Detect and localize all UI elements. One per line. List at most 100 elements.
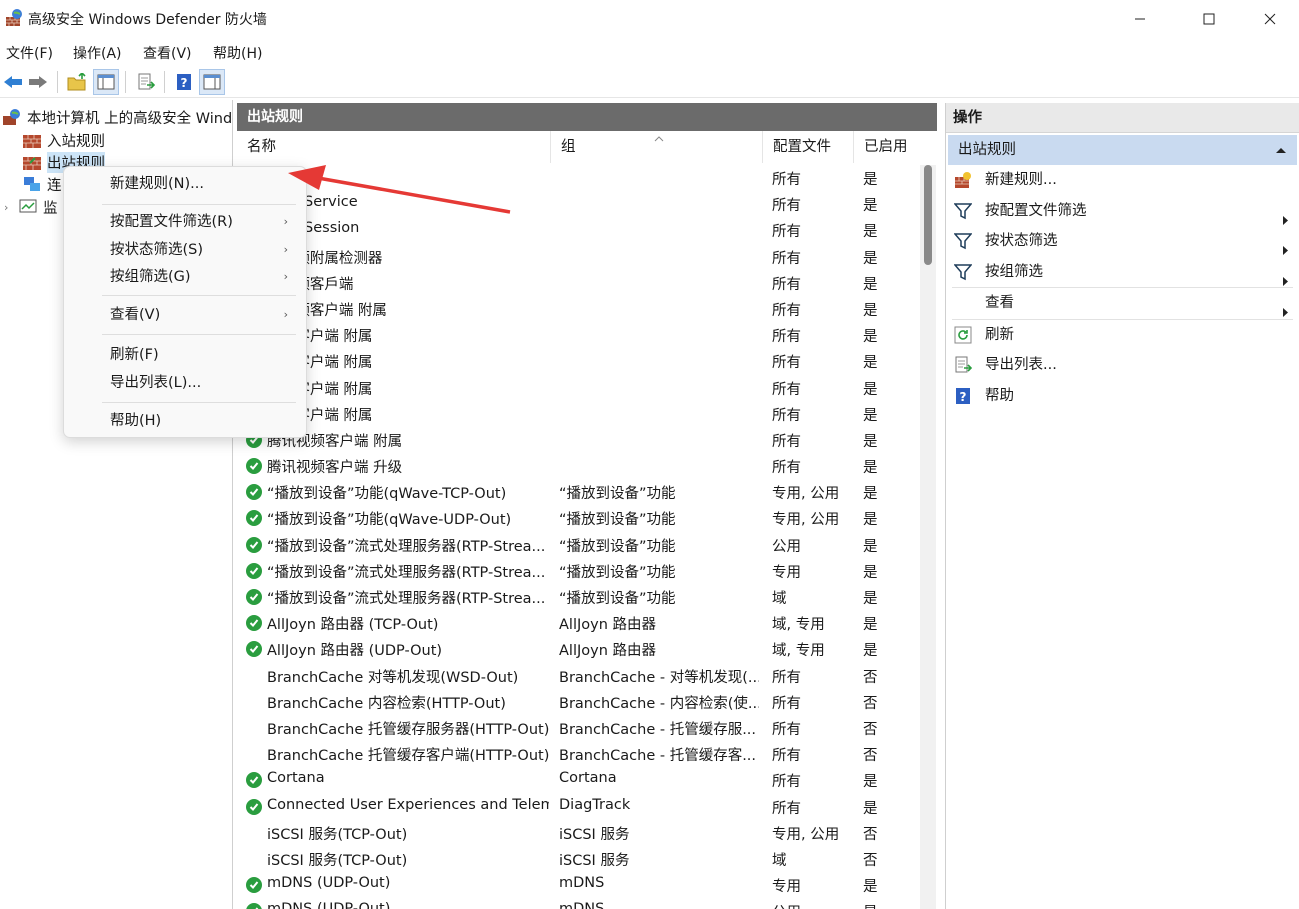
action-item[interactable]: 查看 [946, 288, 1299, 319]
table-row[interactable]: ...频客户端 附属 所有 是 [237, 348, 920, 374]
table-row[interactable]: AllJoyn 路由器 (TCP-Out) AllJoyn 路由器 域, 专用 是 [237, 610, 920, 636]
cell-profile: 所有 [772, 433, 801, 450]
filter-icon [954, 202, 972, 219]
cell-profile: 所有 [772, 329, 801, 346]
vertical-scrollbar[interactable] [920, 165, 936, 909]
cell-profile: 所有 [772, 355, 801, 372]
table-row[interactable]: ...sk_Session 所有 是 [237, 217, 920, 243]
ctx-view[interactable]: 查看(V) › [64, 302, 306, 328]
table-row[interactable]: AllJoyn 路由器 (UDP-Out) AllJoyn 路由器 域, 专用 是 [237, 636, 920, 662]
actions-list: 新建规则... 按配置文件筛选 按状态筛选按组筛选查看 刷新 导出列表...? 帮助 [946, 165, 1299, 411]
table-row[interactable]: “播放到设备”功能(qWave-TCP-Out) “播放到设备”功能 专用, 公用 是 [237, 479, 920, 505]
cell-profile: 所有 [772, 381, 801, 398]
table-row[interactable]: Connected User Experiences and Telem... D… [237, 794, 920, 820]
close-button[interactable] [1247, 0, 1293, 38]
cell-name: 腾讯视频客户端 升级 [267, 460, 403, 477]
back-button[interactable] [0, 69, 26, 95]
cell-profile: 所有 [772, 276, 801, 293]
cell-enabled: 是 [863, 643, 878, 660]
ctx-filter-by-group[interactable]: 按组筛选(G) › [64, 264, 306, 290]
cell-profile: 所有 [772, 721, 801, 738]
action-item[interactable]: 刷新 [946, 320, 1299, 351]
ctx-refresh[interactable]: 刷新(F) [64, 342, 306, 368]
show-hide-action-pane-button[interactable] [199, 69, 225, 95]
table-row[interactable]: BranchCache 托管缓存服务器(HTTP-Out) BranchCache… [237, 715, 920, 741]
table-row[interactable]: mDNS (UDP-Out) mDNS 专用 是 [237, 872, 920, 898]
cell-enabled: 是 [863, 329, 878, 346]
table-row[interactable]: ...频客户端 附属 所有 是 [237, 401, 920, 427]
table-row[interactable]: “播放到设备”流式处理服务器(RTP-Strea... “播放到设备”功能 域 是 [237, 584, 920, 610]
column-profile[interactable]: 配置文件 [763, 131, 854, 163]
ctx-separator [102, 295, 296, 296]
actions-section-label: 出站规则 [958, 142, 1016, 158]
cell-name: ...频客户端 附属 [267, 381, 373, 398]
actions-section-outbound[interactable]: 出站规则 [948, 135, 1297, 165]
table-row[interactable]: BranchCache 对等机发现(WSD-Out) BranchCache - … [237, 663, 920, 689]
expand-chevron-icon[interactable]: › [4, 201, 18, 214]
action-item[interactable]: 新建规则... [946, 165, 1299, 196]
menu-action[interactable]: 操作(A) [73, 43, 122, 63]
show-hide-tree-button[interactable] [93, 69, 119, 95]
submenu-chevron-icon: › [283, 215, 288, 228]
table-row[interactable]: mDNS (UDP-Out) mDNS 公用 是 [237, 898, 920, 909]
tree-item-inbound-rules[interactable]: 入站规则 [22, 129, 105, 151]
ctx-filter-by-state[interactable]: 按状态筛选(S) › [64, 237, 306, 263]
table-row[interactable]: ...视频附属检测器 所有 是 [237, 244, 920, 270]
ctx-separator [102, 334, 296, 335]
table-row[interactable]: “播放到设备”流式处理服务器(RTP-Strea... “播放到设备”功能 公用 是 [237, 532, 920, 558]
action-item[interactable]: 按配置文件筛选 [946, 196, 1299, 227]
show-hide-tree-icon [97, 74, 115, 90]
up-button[interactable] [64, 69, 90, 95]
ctx-help[interactable]: 帮助(H) [64, 408, 306, 434]
menu-view[interactable]: 查看(V) [143, 43, 192, 63]
tree-item-connection-security-rules[interactable]: 连接安全规则 [22, 173, 61, 195]
menu-help[interactable]: 帮助(H) [213, 43, 262, 63]
ctx-filter-by-profile[interactable]: 按配置文件筛选(R) › [64, 209, 306, 235]
table-row[interactable]: iSCSI 服务(TCP-Out) iSCSI 服务 域 否 [237, 846, 920, 872]
cell-name: AllJoyn 路由器 (TCP-Out) [267, 617, 439, 634]
cell-enabled: 是 [863, 276, 878, 293]
scrollbar-thumb[interactable] [924, 165, 932, 265]
minimize-button[interactable] [1117, 0, 1163, 38]
action-item[interactable]: 按状态筛选 [946, 226, 1299, 257]
action-item[interactable]: 按组筛选 [946, 257, 1299, 288]
cell-name: “播放到设备”流式处理服务器(RTP-Strea... [267, 538, 546, 555]
table-row[interactable]: 腾讯视频客户端 升级 所有 是 [237, 453, 920, 479]
export-list-button[interactable] [133, 69, 159, 95]
table-row[interactable]: ...视频客户端 附属 所有 是 [237, 296, 920, 322]
help-button[interactable]: ? [171, 69, 197, 95]
action-item[interactable]: 导出列表... [946, 350, 1299, 381]
table-row[interactable]: “播放到设备”功能(qWave-UDP-Out) “播放到设备”功能 专用, 公用 是 [237, 505, 920, 531]
tree-root[interactable]: 本地计算机 上的高级安全 Windows Defender 防火墙 [2, 106, 233, 128]
ctx-new-rule[interactable]: 新建规则(N)... [64, 171, 306, 197]
menu-file[interactable]: 文件(F) [6, 43, 53, 63]
table-row[interactable]: “播放到设备”流式处理服务器(RTP-Strea... “播放到设备”功能 专用 是 [237, 558, 920, 584]
table-row[interactable]: ...频客户端 附属 所有 是 [237, 375, 920, 401]
ctx-export-list[interactable]: 导出列表(L)... [64, 370, 306, 396]
ctx-item-label: 按组筛选(G) [110, 269, 191, 285]
column-enabled[interactable]: 已启用 [854, 131, 920, 163]
table-row[interactable]: 所有 是 [237, 165, 920, 191]
cell-group: BranchCache - 托管缓存服... [559, 721, 757, 738]
action-label: 按组筛选 [985, 263, 1043, 280]
cell-group: “播放到设备”功能 [559, 538, 676, 555]
table-row[interactable]: ...视频客戶端 所有 是 [237, 270, 920, 296]
cell-name: “播放到设备”功能(qWave-TCP-Out) [267, 486, 507, 503]
table-row[interactable]: BranchCache 托管缓存客户端(HTTP-Out) BranchCache… [237, 741, 920, 767]
forward-button[interactable] [25, 69, 51, 95]
table-row[interactable]: 腾讯视频客户端 附属 所有 是 [237, 427, 920, 453]
tree-item-monitoring[interactable]: › 监视 [4, 196, 57, 218]
cell-profile: 专用 [772, 879, 801, 896]
table-row[interactable]: ...频客户端 附属 所有 是 [237, 322, 920, 348]
action-item[interactable]: ? 帮助 [946, 381, 1299, 412]
table-row[interactable]: ...sk_Service 所有 是 [237, 191, 920, 217]
table-row[interactable]: BranchCache 内容检索(HTTP-Out) BranchCache - … [237, 689, 920, 715]
collapse-caret-icon[interactable] [1275, 147, 1287, 154]
table-row[interactable]: Cortana Cortana 所有 是 [237, 767, 920, 793]
enabled-check-icon [246, 562, 262, 579]
cell-profile: 公用 [772, 901, 852, 909]
column-name[interactable]: 名称 [237, 131, 551, 163]
table-row[interactable]: iSCSI 服务(TCP-Out) iSCSI 服务 专用, 公用 否 [237, 820, 920, 846]
window-title: 高级安全 Windows Defender 防火墙 [28, 12, 267, 28]
maximize-button[interactable] [1186, 0, 1232, 38]
